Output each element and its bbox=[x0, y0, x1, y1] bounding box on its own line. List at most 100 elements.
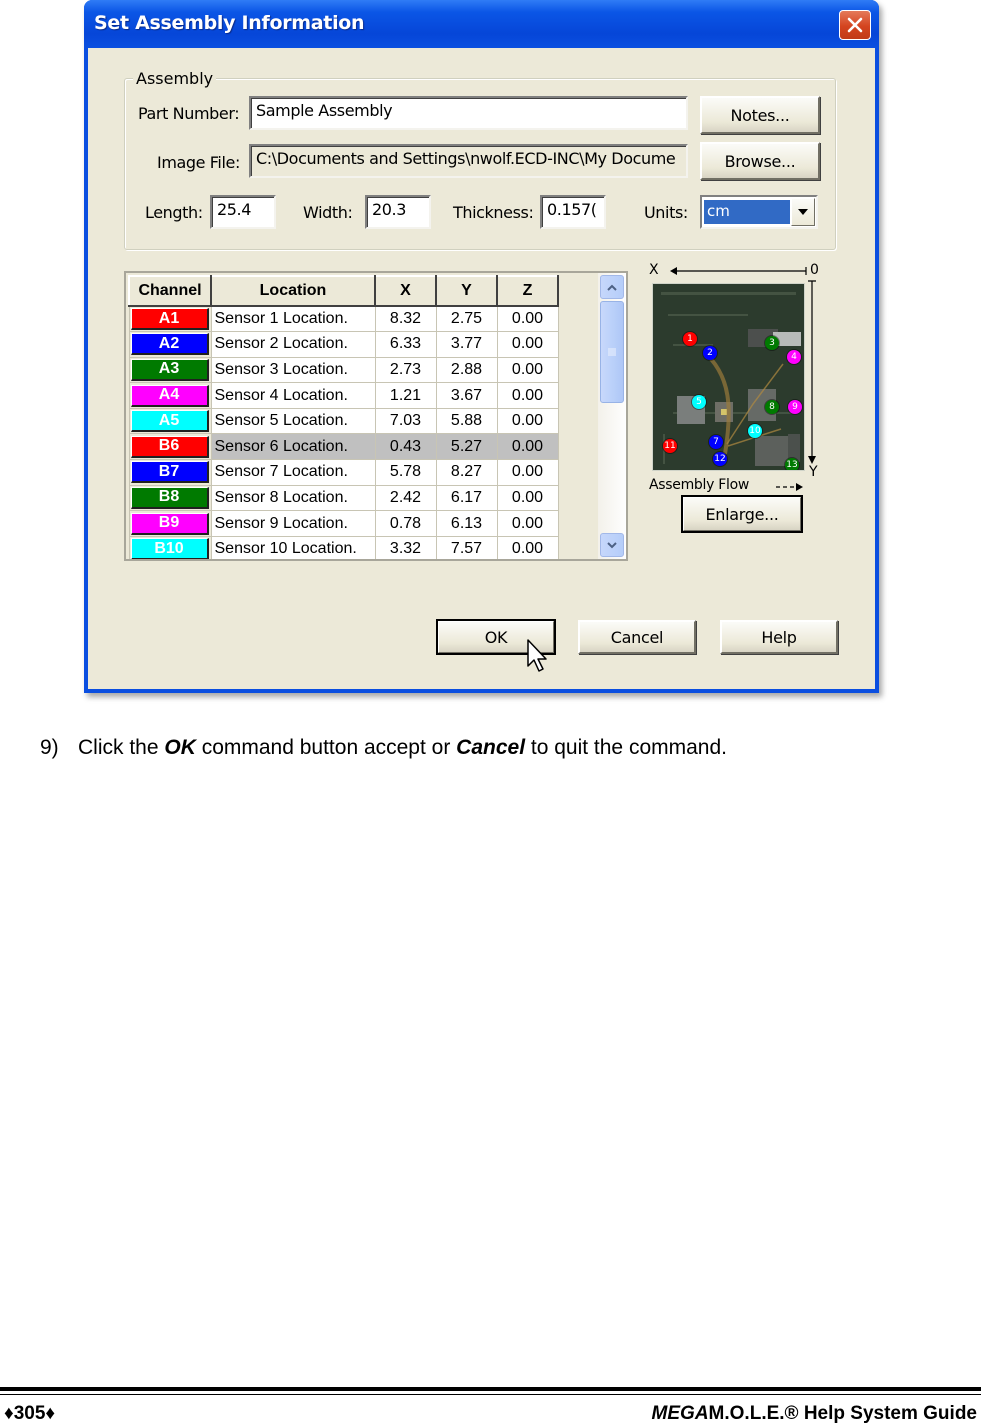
column-header-channel[interactable]: Channel bbox=[128, 275, 212, 307]
column-header-y[interactable]: Y bbox=[435, 275, 498, 307]
sensor-pin[interactable]: 8 bbox=[765, 400, 779, 414]
x-cell[interactable]: 1.21 bbox=[374, 382, 437, 409]
sensor-pin[interactable]: 9 bbox=[788, 400, 802, 414]
location-cell[interactable]: Sensor 10 Location. bbox=[210, 535, 376, 559]
z-cell[interactable]: 0.00 bbox=[496, 305, 559, 333]
channel-cell[interactable]: A3 bbox=[128, 356, 212, 384]
y-cell[interactable]: 5.88 bbox=[435, 407, 498, 435]
grid-row[interactable]: B8 Sensor 8 Location. 2.42 6.17 0.00 bbox=[128, 484, 559, 512]
close-button[interactable] bbox=[839, 10, 871, 40]
cancel-button[interactable]: Cancel bbox=[578, 620, 696, 654]
grid-vertical-scrollbar[interactable] bbox=[598, 273, 626, 559]
help-button[interactable]: Help bbox=[720, 620, 838, 654]
ok-button[interactable]: OK bbox=[436, 619, 556, 655]
channel-cell[interactable]: B9 bbox=[128, 510, 212, 537]
z-cell[interactable]: 0.00 bbox=[496, 331, 559, 358]
thickness-input[interactable]: 0.157( bbox=[540, 195, 606, 229]
grid-row[interactable]: B10 Sensor 10 Location. 3.32 7.57 0.00 bbox=[128, 535, 559, 559]
enlarge-button[interactable]: Enlarge... bbox=[681, 495, 803, 533]
part-number-input[interactable]: Sample Assembly bbox=[249, 96, 688, 130]
x-cell[interactable]: 5.78 bbox=[374, 459, 437, 486]
sensor-pin[interactable]: 2 bbox=[703, 346, 717, 360]
channel-cell[interactable]: B8 bbox=[128, 484, 212, 512]
z-cell[interactable]: 0.00 bbox=[496, 459, 559, 486]
guide-title: MEGAM.O.L.E.® Help System Guide bbox=[652, 1403, 977, 1425]
sensor-pin[interactable]: 5 bbox=[692, 395, 706, 409]
scroll-down-button[interactable] bbox=[600, 533, 624, 557]
sensor-pin[interactable]: 4 bbox=[787, 350, 801, 364]
channel-cell[interactable]: B10 bbox=[128, 535, 212, 559]
location-cell[interactable]: Sensor 8 Location. bbox=[210, 484, 376, 512]
channel-cell[interactable]: A5 bbox=[128, 407, 212, 435]
channel-cell[interactable]: A4 bbox=[128, 382, 212, 409]
width-input[interactable]: 20.3 bbox=[365, 195, 431, 229]
column-header-z[interactable]: Z bbox=[496, 275, 559, 307]
instruction-step: 9) Click the OK command button accept or … bbox=[40, 736, 727, 760]
units-dropdown-button[interactable] bbox=[791, 198, 815, 226]
sensor-pin[interactable]: 1 bbox=[683, 332, 697, 346]
x-cell[interactable]: 7.03 bbox=[374, 407, 437, 435]
scroll-up-button[interactable] bbox=[600, 275, 624, 299]
x-cell[interactable]: 3.32 bbox=[374, 535, 437, 559]
x-cell[interactable]: 0.78 bbox=[374, 510, 437, 537]
x-cell[interactable]: 0.43 bbox=[374, 433, 437, 461]
grid-row[interactable]: A4 Sensor 4 Location. 1.21 3.67 0.00 bbox=[128, 382, 559, 409]
z-cell[interactable]: 0.00 bbox=[496, 433, 559, 461]
channel-cell[interactable]: B6 bbox=[128, 433, 212, 461]
location-cell[interactable]: Sensor 1 Location. bbox=[210, 305, 376, 333]
z-cell[interactable]: 0.00 bbox=[496, 407, 559, 435]
title-bar[interactable]: Set Assembly Information bbox=[84, 0, 879, 48]
circuit-board-image[interactable]: 1 2 3 4 5 8 9 10 7 11 12 13 bbox=[652, 283, 805, 471]
grid-row[interactable]: A2 Sensor 2 Location. 6.33 3.77 0.00 bbox=[128, 331, 559, 358]
part-number-label: Part Number: bbox=[138, 104, 240, 123]
y-cell[interactable]: 6.17 bbox=[435, 484, 498, 512]
browse-button[interactable]: Browse... bbox=[700, 142, 820, 180]
location-cell[interactable]: Sensor 6 Location. bbox=[210, 433, 376, 461]
location-cell[interactable]: Sensor 7 Location. bbox=[210, 459, 376, 486]
location-cell[interactable]: Sensor 9 Location. bbox=[210, 510, 376, 537]
y-cell[interactable]: 3.67 bbox=[435, 382, 498, 409]
z-cell[interactable]: 0.00 bbox=[496, 484, 559, 512]
sensor-pin[interactable]: 13 bbox=[785, 458, 799, 470]
z-cell[interactable]: 0.00 bbox=[496, 510, 559, 537]
x-cell[interactable]: 8.32 bbox=[374, 305, 437, 333]
y-cell[interactable]: 2.75 bbox=[435, 305, 498, 333]
x-cell[interactable]: 2.73 bbox=[374, 356, 437, 384]
y-cell[interactable]: 3.77 bbox=[435, 331, 498, 358]
y-cell[interactable]: 2.88 bbox=[435, 356, 498, 384]
z-cell[interactable]: 0.00 bbox=[496, 535, 559, 559]
location-cell[interactable]: Sensor 3 Location. bbox=[210, 356, 376, 384]
z-cell[interactable]: 0.00 bbox=[496, 382, 559, 409]
column-header-x[interactable]: X bbox=[374, 275, 437, 307]
image-file-input[interactable]: C:\Documents and Settings\nwolf.ECD-INC\… bbox=[249, 144, 688, 178]
sensor-pin[interactable]: 10 bbox=[748, 424, 762, 438]
length-input[interactable]: 25.4 bbox=[210, 195, 276, 229]
y-cell[interactable]: 5.27 bbox=[435, 433, 498, 461]
location-cell[interactable]: Sensor 4 Location. bbox=[210, 382, 376, 409]
channel-cell[interactable]: A2 bbox=[128, 331, 212, 358]
sensor-pin[interactable]: 7 bbox=[709, 435, 723, 449]
notes-button[interactable]: Notes... bbox=[700, 96, 820, 134]
grid-row[interactable]: B9 Sensor 9 Location. 0.78 6.13 0.00 bbox=[128, 510, 559, 537]
sensor-pin[interactable]: 11 bbox=[663, 439, 677, 453]
location-cell[interactable]: Sensor 2 Location. bbox=[210, 331, 376, 358]
column-header-location[interactable]: Location bbox=[210, 275, 376, 307]
y-cell[interactable]: 7.57 bbox=[435, 535, 498, 559]
z-cell[interactable]: 0.00 bbox=[496, 356, 559, 384]
channel-cell[interactable]: A1 bbox=[128, 305, 212, 333]
x-cell[interactable]: 2.42 bbox=[374, 484, 437, 512]
grid-row[interactable]: A1 Sensor 1 Location. 8.32 2.75 0.00 bbox=[128, 305, 559, 333]
location-cell[interactable]: Sensor 5 Location. bbox=[210, 407, 376, 435]
units-dropdown[interactable]: cm bbox=[700, 195, 818, 229]
y-cell[interactable]: 6.13 bbox=[435, 510, 498, 537]
sensor-pin[interactable]: 12 bbox=[713, 452, 727, 466]
x-cell[interactable]: 6.33 bbox=[374, 331, 437, 358]
scroll-thumb[interactable] bbox=[600, 301, 624, 403]
grid-row[interactable]: B7 Sensor 7 Location. 5.78 8.27 0.00 bbox=[128, 459, 559, 486]
y-cell[interactable]: 8.27 bbox=[435, 459, 498, 486]
grid-row[interactable]: B6 Sensor 6 Location. 0.43 5.27 0.00 bbox=[128, 433, 559, 461]
channel-cell[interactable]: B7 bbox=[128, 459, 212, 486]
grid-row[interactable]: A5 Sensor 5 Location. 7.03 5.88 0.00 bbox=[128, 407, 559, 435]
sensor-pin[interactable]: 3 bbox=[765, 336, 779, 350]
grid-row[interactable]: A3 Sensor 3 Location. 2.73 2.88 0.00 bbox=[128, 356, 559, 384]
